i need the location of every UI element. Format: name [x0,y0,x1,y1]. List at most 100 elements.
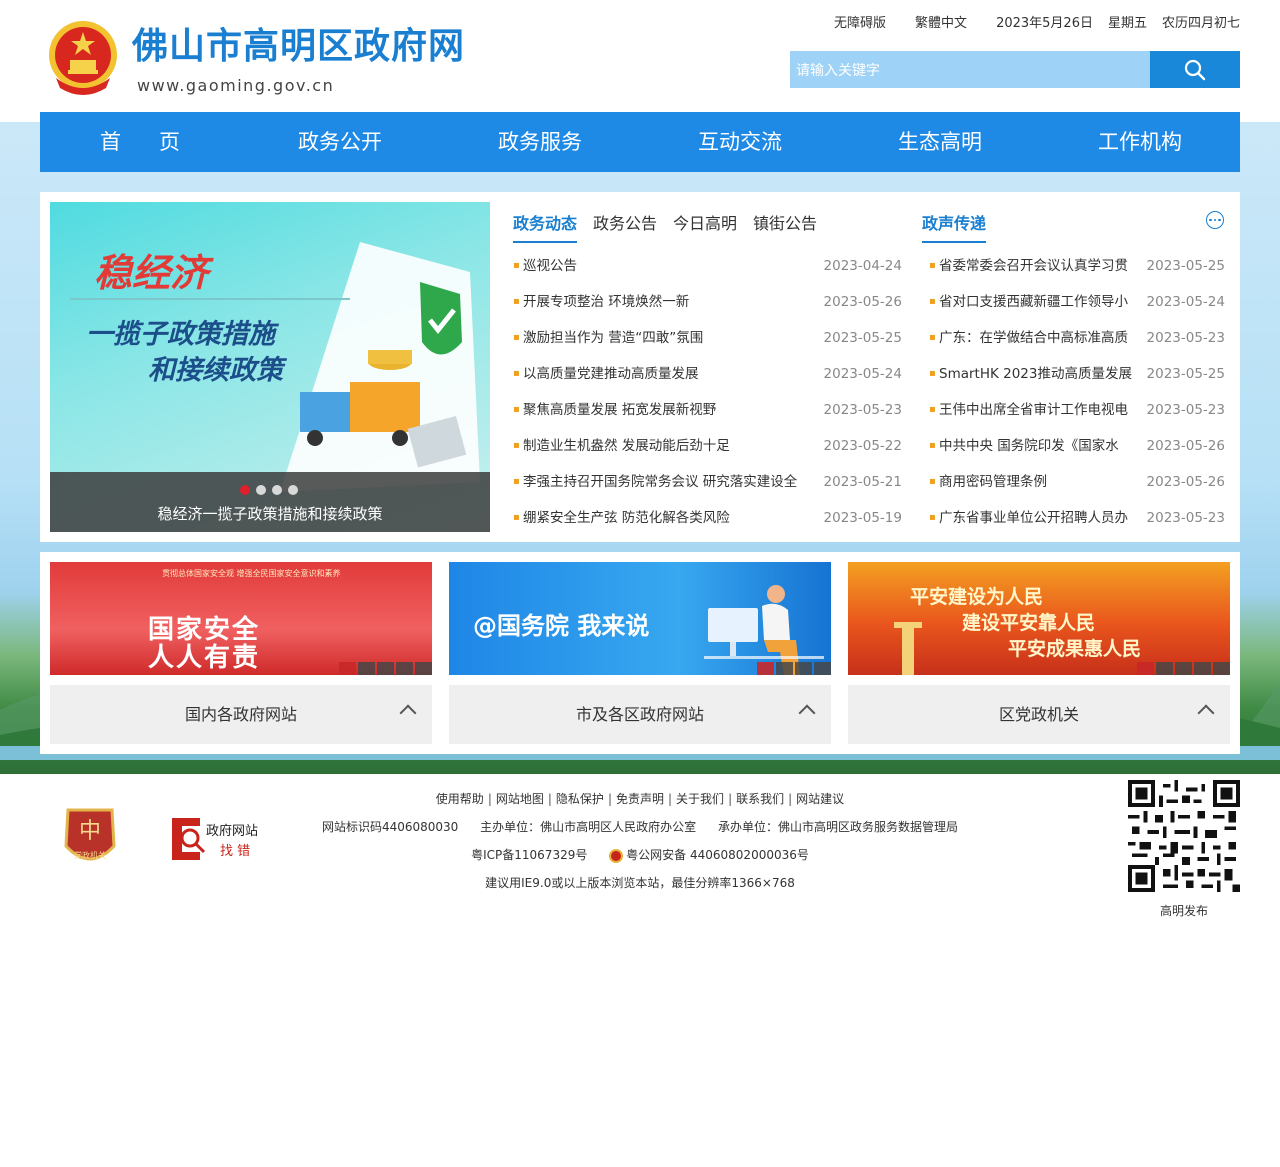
lunar-date: 农历四月初七 [1161,16,1240,31]
list-item[interactable]: ▪ 广东省事业单位公开招聘人员办 2023-05-23 [929,500,1225,536]
organizer-text: 承办单位：佛山市高明区政务服务数据管理局 [718,820,959,834]
dropdown-city-district-sites[interactable]: 市及各区政府网站 [449,685,831,744]
bullet-icon: ▪ [929,440,936,451]
list-item[interactable]: ▪ 商用密码管理条例 2023-05-26 [929,464,1225,500]
search-icon [1184,59,1206,80]
footer-registration-line: 粤ICP备11067329号 粤公网安备 44060802000036号 [0,846,1280,863]
site-url: www.gaoming.gov.cn [137,76,335,95]
banner-carousel[interactable]: 稳经济 一揽子政策措施 和接续政策 稳经济一揽子政策措施和接续政策 [50,202,490,532]
carousel-dot[interactable] [240,485,250,495]
nav-item-home[interactable]: 首页 [40,112,240,172]
footer-link-sitemap[interactable]: 网站地图 [496,792,544,806]
sponsor-text: 主办单位：佛山市高明区人民政府办公室 [480,820,697,834]
promo-national-security[interactable]: 贯彻总体国家安全观 增强全民国家安全意识和素养 国家安全 人人有责 [50,562,432,675]
list-item[interactable]: ▪ 省委常委会召开会议认真学习贯 2023-05-25 [929,248,1225,284]
bullet-icon: ▪ [513,404,520,415]
list-item[interactable]: ▪ 绷紧安全生产弦 防范化解各类风险 2023-05-19 [513,500,902,536]
banner-title: 稳经济 [94,250,209,295]
national-emblem-icon [49,21,117,95]
links-panel: 贯彻总体国家安全观 增强全民国家安全意识和素养 国家安全 人人有责 @国务院 我… [40,552,1240,754]
footer-link-contact[interactable]: 联系我们 [736,792,784,806]
news-tabs-left: 政务动态 政务公告 今日高明 镇街公告 [513,210,833,243]
carousel-dot[interactable] [288,485,298,495]
promo-top-text: 贯彻总体国家安全观 增强全民国家安全意识和素养 [162,569,341,578]
bullet-icon: ▪ [513,332,520,343]
list-item[interactable]: ▪ 李强主持召开国务院常务会议 研究落实建设全 2023-05-21 [513,464,902,500]
nav-item-work-agencies[interactable]: 工作机构 [1040,112,1240,172]
footer-links: 使用帮助 | 网站地图 | 隐私保护 | 免责声明 | 关于我们 | 联系我们 | 网站建议 [435,792,845,806]
more-icon[interactable] [1206,211,1224,229]
nav-item-interaction[interactable]: 互动交流 [640,112,840,172]
promo-main-text: 平安建设为人民 建设平安靠人民 平安成果惠人民 [910,586,1142,660]
list-item[interactable]: ▪ SmartHK 2023推动高质量发展 2023-05-25 [929,356,1225,392]
bullet-icon: ▪ [513,476,520,487]
qr-code-icon [1128,780,1240,892]
banner-divider [70,298,350,300]
bullet-icon: ▪ [929,260,936,271]
promo-state-council[interactable]: @国务院 我来说 [449,562,831,675]
list-item[interactable]: ▪ 王伟中出席全省审计工作电视电 2023-05-23 [929,392,1225,428]
news-tabs-right: 政声传递 [922,210,1002,243]
site-title: 佛山市高明区政府网 [132,25,466,67]
search-input[interactable] [790,51,1150,88]
list-item[interactable]: ▪ 巡视公告 2023-04-24 [513,248,902,284]
current-date: 2023年5月26日 [996,16,1093,31]
bullet-icon: ▪ [929,404,936,415]
carousel-dot[interactable] [256,485,266,495]
dropdown-domestic-gov-sites[interactable]: 国内各政府网站 [50,685,432,744]
police-record-link[interactable]: 粤公网安备 44060802000036号 [609,848,809,863]
qr-code-label: 高明发布 [1159,904,1208,918]
footer-link-help[interactable]: 使用帮助 [436,792,484,806]
bullet-icon: ▪ [513,296,520,307]
banner-subtitle-line2: 和接续政策 [148,355,283,386]
promo-thumbnails [757,662,831,675]
footer-info-line: 网站标识码4406080030 主办单位：佛山市高明区人民政府办公室 承办单位：… [0,818,1280,835]
promo-thumbnails [339,662,432,675]
person-at-computer-icon [704,585,824,675]
list-item[interactable]: ▪ 省对口支援西藏新疆工作领导小 2023-05-24 [929,284,1225,320]
list-item[interactable]: ▪ 激励担当作为 营造“四敢”氛围 2023-05-25 [513,320,902,356]
carousel-dot[interactable] [272,485,282,495]
list-item[interactable]: ▪ 广东：在学做结合中高标准高质 2023-05-23 [929,320,1225,356]
news-panel: 稳经济 一揽子政策措施 和接续政策 稳经济一揽子政策措施和接续政策 政务动态 政… [40,192,1240,542]
tab-gov-news[interactable]: 政务动态 [513,210,578,243]
footer-link-privacy[interactable]: 隐私保护 [556,792,604,806]
list-item[interactable]: ▪ 中共中央 国务院印发《国家水 2023-05-26 [929,428,1225,464]
footer-link-disclaimer[interactable]: 免责声明 [616,792,664,806]
bullet-icon: ▪ [513,440,520,451]
promo-thumbnails [1137,662,1230,675]
bullet-icon: ▪ [513,512,520,523]
list-item[interactable]: ▪ 聚焦高质量发展 拓宽发展新视野 2023-05-23 [513,392,902,428]
news-list-right: ▪ 省委常委会召开会议认真学习贯 2023-05-25 ▪ 省对口支援西藏新疆工作领导… [929,248,1225,536]
tab-policy-voice[interactable]: 政声传递 [922,210,987,243]
accessibility-link[interactable]: 无障碍版 [834,12,886,31]
bullet-icon: ▪ [929,332,936,343]
promo-safe-construction[interactable]: 平安建设为人民 建设平安靠人民 平安成果惠人民 [848,562,1230,675]
nav-item-gov-affairs-open[interactable]: 政务公开 [240,112,440,172]
nav-item-gov-services[interactable]: 政务服务 [440,112,640,172]
tab-town-notices[interactable]: 镇街公告 [753,210,817,243]
browser-note: 建议用IE9.0或以上版本浏览本站，最佳分辨率1366×768 [485,876,795,890]
search-button[interactable] [1150,51,1240,88]
police-badge-icon [609,848,624,863]
list-item[interactable]: ▪ 制造业生机盎然 发展动能后劲十足 2023-05-22 [513,428,902,464]
icp-link[interactable]: 粤ICP备11067329号 [471,848,587,862]
site-footer: 中 党政机关 政府网站 找 错 使用帮助 | 网站地图 | 隐私保护 | 免责声明 | 关于我们… [0,774,1280,1167]
nav-item-eco-gaoming[interactable]: 生态高明 [840,112,1040,172]
banner-caption[interactable]: 稳经济一揽子政策措施和接续政策 [50,503,490,524]
footer-link-suggestions[interactable]: 网站建议 [796,792,844,806]
bullet-icon: ▪ [929,368,936,379]
tab-gov-notices[interactable]: 政务公告 [593,210,657,243]
list-item[interactable]: ▪ 开展专项整治 环境焕然一新 2023-05-26 [513,284,902,320]
tab-today-gaoming[interactable]: 今日高明 [673,210,737,243]
main-nav: 首页 政务公开 政务服务 互动交流 生态高明 工作机构 [40,112,1240,172]
footer-link-about[interactable]: 关于我们 [676,792,724,806]
bullet-icon: ▪ [513,260,520,271]
list-item[interactable]: ▪ 以高质量党建推动高质量发展 2023-05-24 [513,356,902,392]
news-list-left: ▪ 巡视公告 2023-04-24 ▪ 开展专项整治 环境焕然一新 2023-05-26… [513,248,902,536]
traditional-chinese-link[interactable]: 繁體中文 [915,12,967,31]
dropdown-district-party-orgs[interactable]: 区党政机关 [848,685,1230,744]
current-weekday: 星期五 [1107,16,1147,31]
banner-subtitle-line1: 一揽子政策措施 [86,319,275,350]
promo-main-text: @国务院 我来说 [473,612,650,640]
